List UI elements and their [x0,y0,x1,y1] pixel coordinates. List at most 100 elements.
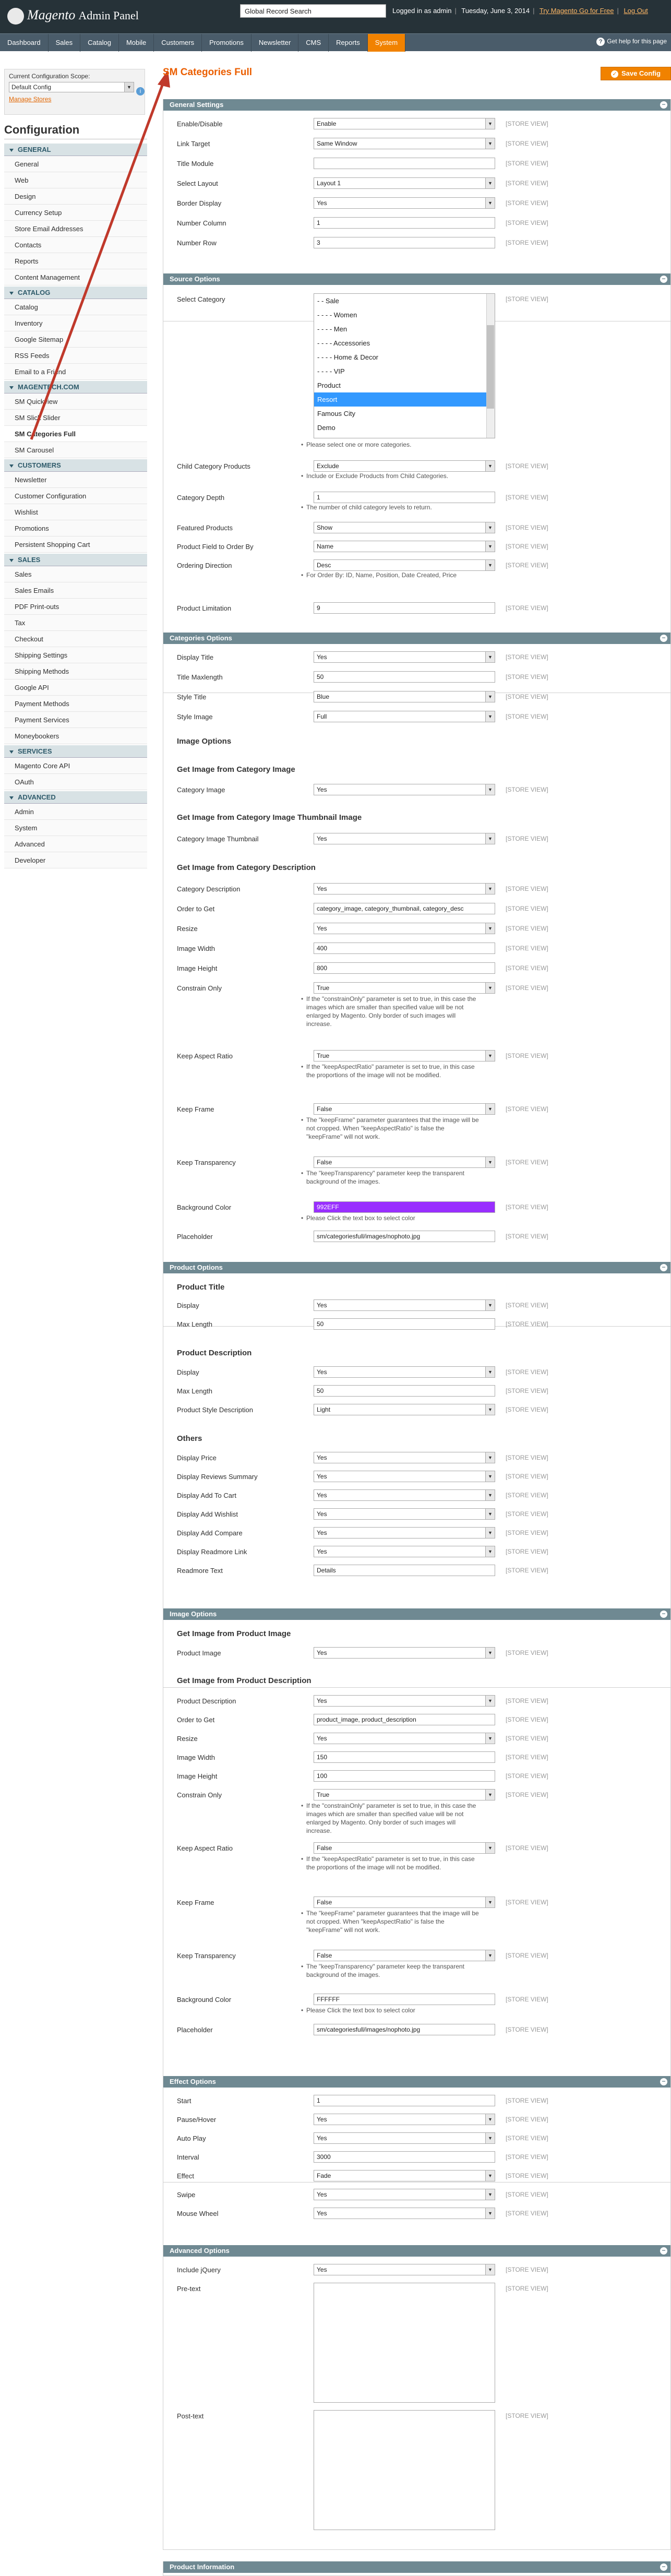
collapse-icon[interactable]: − [660,1611,667,1618]
section-header[interactable]: General Settings − [163,99,670,111]
sidebar-item-sm-slick-slider[interactable]: SM Slick Slider [4,410,147,426]
try-magento-link[interactable]: Try Magento Go for Free [540,7,614,15]
posttext-textarea[interactable] [314,2410,495,2530]
info-icon[interactable]: i [136,87,145,96]
text-field[interactable]: 992EFF [314,1201,495,1213]
text-field[interactable]: 3000 [314,2151,495,2163]
sidebar-item-promotions[interactable]: Promotions [4,520,147,536]
select-field[interactable]: Name ▼ [314,541,495,552]
text-field[interactable]: 100 [314,1770,495,1782]
select-field[interactable]: Yes ▼ [314,784,495,795]
sidebar-item-advanced[interactable]: Advanced [4,836,147,852]
text-field[interactable]: 1 [314,2095,495,2106]
select-field[interactable]: Yes ▼ [314,1471,495,1482]
select-field[interactable]: False ▼ [314,1103,495,1115]
select-field[interactable]: Enable ▼ [314,118,495,129]
sidebar-group-sales[interactable]: SALES [4,554,147,566]
sidebar-item-general[interactable]: General [4,156,147,172]
sidebar-item-email-to-a-friend[interactable]: Email to a Friend [4,364,147,380]
sidebar-item-system[interactable]: System [4,820,147,836]
sidebar-item-google-sitemap[interactable]: Google Sitemap [4,331,147,348]
select-field[interactable]: Layout 1 ▼ [314,177,495,189]
nav-item-reports[interactable]: Reports [329,34,368,52]
sidebar-group-services[interactable]: SERVICES [4,745,147,758]
nav-item-cms[interactable]: CMS [298,34,329,52]
select-field[interactable]: Yes ▼ [314,1647,495,1659]
select-field[interactable]: Fade ▼ [314,2170,495,2181]
sidebar-item-newsletter[interactable]: Newsletter [4,472,147,488]
scope-select[interactable]: Default Config ▼ [9,82,134,92]
select-field[interactable]: Blue ▼ [314,691,495,702]
text-field[interactable]: sm/categoriesfull/images/nophoto.jpg [314,2024,495,2035]
select-field[interactable]: Full ▼ [314,711,495,722]
sidebar-item-reports[interactable]: Reports [4,253,147,269]
help-link[interactable]: ? Get help for this page [596,38,667,46]
collapse-icon[interactable]: − [660,1264,667,1271]
select-field[interactable]: Yes ▼ [314,2189,495,2200]
sidebar-item-payment-services[interactable]: Payment Services [4,712,147,728]
text-field[interactable]: FFFFFF [314,1994,495,2005]
text-field[interactable]: 50 [314,1385,495,1397]
section-header[interactable]: Image Options − [163,1608,670,1620]
select-field[interactable]: False ▼ [314,1156,495,1168]
select-field[interactable]: Yes ▼ [314,651,495,663]
sidebar-item-google-api[interactable]: Google API [4,679,147,696]
text-field[interactable]: 800 [314,962,495,974]
scrollbar[interactable] [486,294,495,438]
sidebar-item-store-email-addresses[interactable]: Store Email Addresses [4,221,147,237]
sidebar-group-general[interactable]: GENERAL [4,144,147,156]
sidebar-item-sales[interactable]: Sales [4,566,147,582]
text-field[interactable]: sm/categoriesfull/images/nophoto.jpg [314,1231,495,1242]
sidebar-item-checkout[interactable]: Checkout [4,631,147,647]
category-option[interactable]: - - - - Women [314,308,495,322]
sidebar-item-wishlist[interactable]: Wishlist [4,504,147,520]
sidebar-item-pdf-print-outs[interactable]: PDF Print-outs [4,599,147,615]
select-field[interactable]: Yes ▼ [314,2132,495,2144]
select-field[interactable]: Yes ▼ [314,1299,495,1311]
nav-item-mobile[interactable]: Mobile [119,34,154,52]
select-field[interactable]: True ▼ [314,1789,495,1800]
category-option[interactable]: - - - - Men [314,322,495,336]
sidebar-item-sm-carousel[interactable]: SM Carousel [4,442,147,458]
sidebar-group-magentech-com[interactable]: MAGENTECH.COM [4,381,147,393]
sidebar-item-sm-quickview[interactable]: SM Quickview [4,393,147,410]
category-option[interactable]: - - - - Accessories [314,336,495,350]
category-option[interactable]: - - Sale [314,294,495,308]
sidebar-item-shipping-settings[interactable]: Shipping Settings [4,647,147,663]
select-field[interactable]: False ▼ [314,1842,495,1854]
select-field[interactable]: Yes ▼ [314,1508,495,1520]
select-field[interactable]: Yes ▼ [314,1527,495,1539]
sidebar-item-contacts[interactable]: Contacts [4,237,147,253]
nav-item-customers[interactable]: Customers [154,34,202,52]
text-field[interactable]: category_image, category_thumbnail, cate… [314,903,495,914]
select-field[interactable]: False ▼ [314,1950,495,1961]
sidebar-item-payment-methods[interactable]: Payment Methods [4,696,147,712]
sidebar-group-catalog[interactable]: CATALOG [4,287,147,299]
text-field[interactable]: product_image, product_description [314,1714,495,1725]
select-field[interactable]: Yes ▼ [314,2264,495,2275]
section-header[interactable]: Product Options − [163,1262,670,1273]
sidebar-item-content-management[interactable]: Content Management [4,269,147,285]
select-field[interactable]: Yes ▼ [314,197,495,209]
select-field[interactable]: Yes ▼ [314,1366,495,1378]
select-field[interactable]: Yes ▼ [314,883,495,895]
pretext-textarea[interactable] [314,2283,495,2403]
sidebar-item-rss-feeds[interactable]: RSS Feeds [4,348,147,364]
select-field[interactable]: Yes ▼ [314,2114,495,2125]
select-field[interactable]: Yes ▼ [314,1733,495,1744]
select-field[interactable]: True ▼ [314,1050,495,1062]
text-field[interactable]: 400 [314,943,495,954]
sidebar-item-tax[interactable]: Tax [4,615,147,631]
select-field[interactable]: Desc ▼ [314,559,495,571]
select-field[interactable]: Yes ▼ [314,833,495,844]
select-field[interactable]: Yes ▼ [314,1452,495,1463]
category-option[interactable]: Product [314,378,495,392]
save-config-button[interactable]: ✓ Save Config [601,67,671,80]
text-field[interactable]: 1 [314,492,495,503]
select-field[interactable]: False ▼ [314,1897,495,1908]
sidebar-group-advanced[interactable]: ADVANCED [4,791,147,804]
category-option[interactable]: Famous City [314,407,495,421]
nav-item-catalog[interactable]: Catalog [80,34,119,52]
sidebar-item-developer[interactable]: Developer [4,852,147,868]
sidebar-item-admin[interactable]: Admin [4,804,147,820]
